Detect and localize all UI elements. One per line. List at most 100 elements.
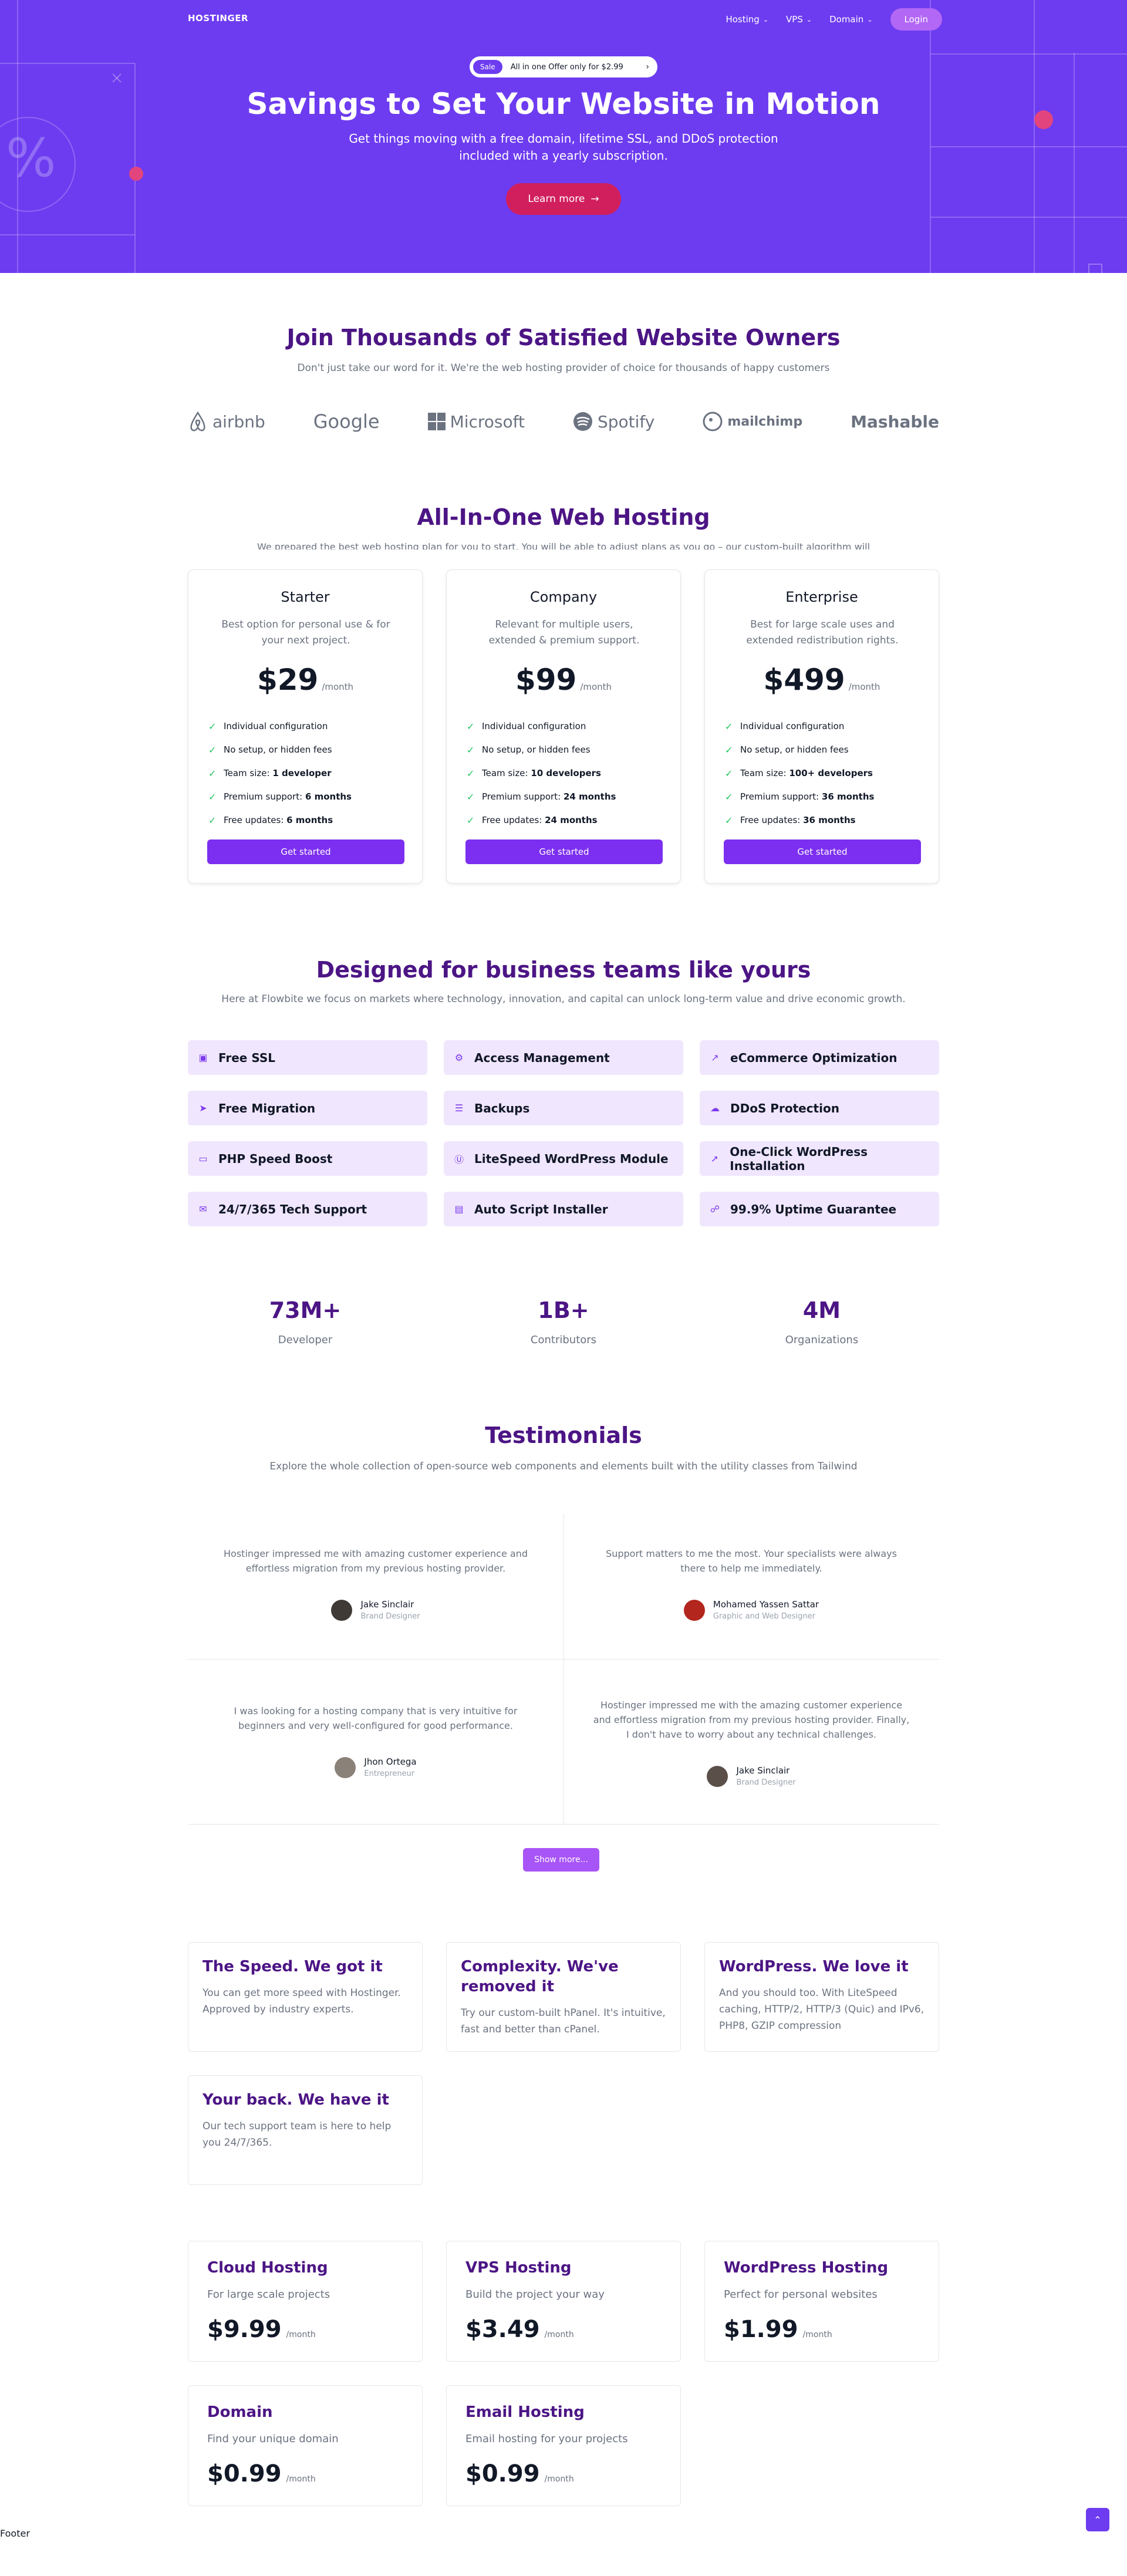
hosting-title: Cloud Hosting	[207, 2259, 328, 2277]
feature-value: 36 months	[821, 791, 875, 802]
stats-section: 73M+ Developer 1B+ Contributors 4M Organiza…	[188, 1297, 939, 1346]
price-period: /month	[286, 2474, 316, 2484]
check-icon: ✓	[467, 791, 475, 803]
feature-label: Free SSL	[218, 1050, 275, 1065]
feature-label: Free updates:	[740, 815, 804, 825]
feature-label: Premium support:	[482, 791, 564, 802]
feature-label: Premium support:	[740, 791, 822, 802]
price-amount: $0.99	[465, 2460, 540, 2487]
price-amount: $499	[763, 663, 845, 697]
stat-value: 4M	[802, 1297, 841, 1323]
feature-card[interactable]: ☰ Backups	[444, 1091, 683, 1125]
testimonial: Hostinger impressed me with amazing cust…	[188, 1546, 564, 1621]
feature-card[interactable]: ➤ Free Migration	[188, 1091, 427, 1125]
author-name: Mohamed Yassen Sattar	[713, 1599, 819, 1610]
nav-vps[interactable]: VPS ⌄	[786, 14, 812, 25]
testimonials-grid: Hostinger impressed me with amazing cust…	[188, 1513, 939, 1825]
plan-card-company: Company Relevant for multiple users, ext…	[446, 569, 681, 884]
chevron-down-icon: ⌄	[806, 15, 812, 23]
check-icon: ✓	[208, 720, 217, 732]
get-started-button[interactable]: Get started	[465, 839, 663, 864]
nav-label: Domain	[829, 14, 864, 25]
hosting-card[interactable]: Domain Find your unique domain $0.99/month	[188, 2385, 423, 2506]
feature-value: 10 developers	[531, 768, 601, 778]
plan-feature: ✓ Team size: 1 developer	[208, 761, 352, 785]
feature-card[interactable]: ☍ 99.9% Uptime Guarantee	[700, 1192, 939, 1226]
author-role: Brand Designer	[736, 1778, 796, 1787]
plan-name: Company	[529, 589, 598, 605]
check-icon: ✓	[725, 814, 733, 826]
plan-feature: ✓ Premium support: 24 months	[467, 785, 616, 808]
check-icon: ✓	[208, 814, 217, 826]
check-icon: ✓	[208, 744, 217, 756]
login-button[interactable]: Login	[890, 8, 942, 31]
spotify-icon	[573, 412, 592, 431]
feature-label: No setup, or hidden fees	[740, 744, 849, 755]
feature-card[interactable]: ✉ 24/7/365 Tech Support	[188, 1192, 427, 1226]
features-grid: ▣ Free SSL ⚙ Access Management ↗ eCommerce …	[188, 1040, 939, 1226]
learn-more-label: Learn more	[528, 193, 585, 205]
airbnb-label: airbnb	[212, 412, 265, 431]
client-logos: airbnb Google Microsoft Spotify mailchim…	[188, 405, 939, 438]
mashable-label: Mashable	[851, 412, 939, 431]
feature-card[interactable]: ▣ Free SSL	[188, 1040, 427, 1075]
testimonial: I was looking for a hosting company that…	[188, 1704, 564, 1778]
testimonial: Support matters to me the most. Your spe…	[564, 1546, 939, 1621]
testimonial-author: Jake Sinclair Brand Designer	[188, 1599, 564, 1621]
author-name: Jake Sinclair	[736, 1765, 790, 1776]
plan-feature: ✓ No setup, or hidden fees	[725, 738, 874, 761]
hosting-card[interactable]: Email Hosting Email hosting for your proj…	[446, 2385, 681, 2506]
clients-title: Join Thousands of Satisfied Website Owne…	[286, 325, 841, 350]
author-role: Brand Designer	[360, 1612, 420, 1621]
brand-logo[interactable]: HOSTINGER	[188, 13, 248, 23]
show-more-button[interactable]: Show more...	[523, 1848, 599, 1872]
plan-feature: ✓ Premium support: 36 months	[725, 785, 874, 808]
hosting-card[interactable]: VPS Hosting Build the project your way $3.…	[446, 2241, 681, 2362]
feature-card[interactable]: ↗ eCommerce Optimization	[700, 1040, 939, 1075]
feature-label: Individual configuration	[482, 721, 586, 731]
svg-text:%: %	[6, 127, 56, 189]
testimonial-quote: Support matters to me the most. Your spe…	[606, 1548, 897, 1574]
get-started-button[interactable]: Get started	[207, 839, 404, 864]
hosting-card[interactable]: WordPress Hosting Perfect for personal we…	[704, 2241, 939, 2362]
feature-card[interactable]: ▭ PHP Speed Boost	[188, 1141, 427, 1176]
nav-hosting[interactable]: Hosting ⌄	[726, 14, 768, 25]
hosting-card[interactable]: Cloud Hosting For large scale projects $9.…	[188, 2241, 423, 2362]
feature-card[interactable]: ☁ DDoS Protection	[700, 1091, 939, 1125]
plan-feature: ✓ Free updates: 6 months	[208, 808, 352, 832]
feature-card[interactable]: ➚ One-Click WordPress Installation	[700, 1141, 939, 1176]
feature-card[interactable]: ⚙ Access Management	[444, 1040, 683, 1075]
stat-label: Developer	[278, 1334, 333, 1346]
feature-label: Free updates:	[482, 815, 545, 825]
feature-label: Individual configuration	[224, 721, 328, 731]
nav-domain[interactable]: Domain ⌄	[829, 14, 872, 25]
check-icon: ✓	[725, 744, 733, 756]
ssl-icon: ▣	[198, 1052, 208, 1063]
why-card: WordPress. We love it And you should too.…	[704, 1942, 939, 2052]
author-role: Graphic and Web Designer	[713, 1612, 815, 1621]
offer-banner[interactable]: Sale All in one Offer only for $2.99 ›	[470, 56, 657, 77]
feature-card[interactable]: ▤ Auto Script Installer	[444, 1192, 683, 1226]
testimonial-quote: I was looking for a hosting company that…	[234, 1705, 518, 1731]
sale-badge: Sale	[473, 60, 502, 74]
feature-label: 24/7/365 Tech Support	[218, 1202, 367, 1216]
feature-card[interactable]: Ⓤ LiteSpeed WordPress Module	[444, 1141, 683, 1176]
plan-features: ✓ Individual configuration ✓ No setup, or …	[208, 714, 352, 832]
get-started-button[interactable]: Get started	[724, 839, 921, 864]
why-card: Your back. We have it Our tech support te…	[188, 2075, 423, 2185]
price-period: /month	[544, 2474, 574, 2484]
price-period: /month	[802, 2330, 832, 2339]
plan-name: Starter	[281, 589, 330, 605]
cursor-icon: ➚	[710, 1153, 719, 1164]
scroll-top-button[interactable]: ⌃	[1086, 2508, 1109, 2531]
learn-more-button[interactable]: Learn more →	[506, 183, 621, 215]
price-period: /month	[322, 682, 354, 692]
spotify-label: Spotify	[597, 412, 655, 431]
google-logo: Google	[313, 410, 380, 433]
feature-label: PHP Speed Boost	[218, 1151, 333, 1166]
stat-item: 73M+ Developer	[188, 1297, 423, 1346]
why-title: Complexity. We've removed it	[461, 1958, 619, 1995]
feature-label: One-Click WordPress Installation	[730, 1144, 868, 1173]
divider	[188, 1659, 939, 1660]
feature-label: Premium support:	[224, 791, 305, 802]
